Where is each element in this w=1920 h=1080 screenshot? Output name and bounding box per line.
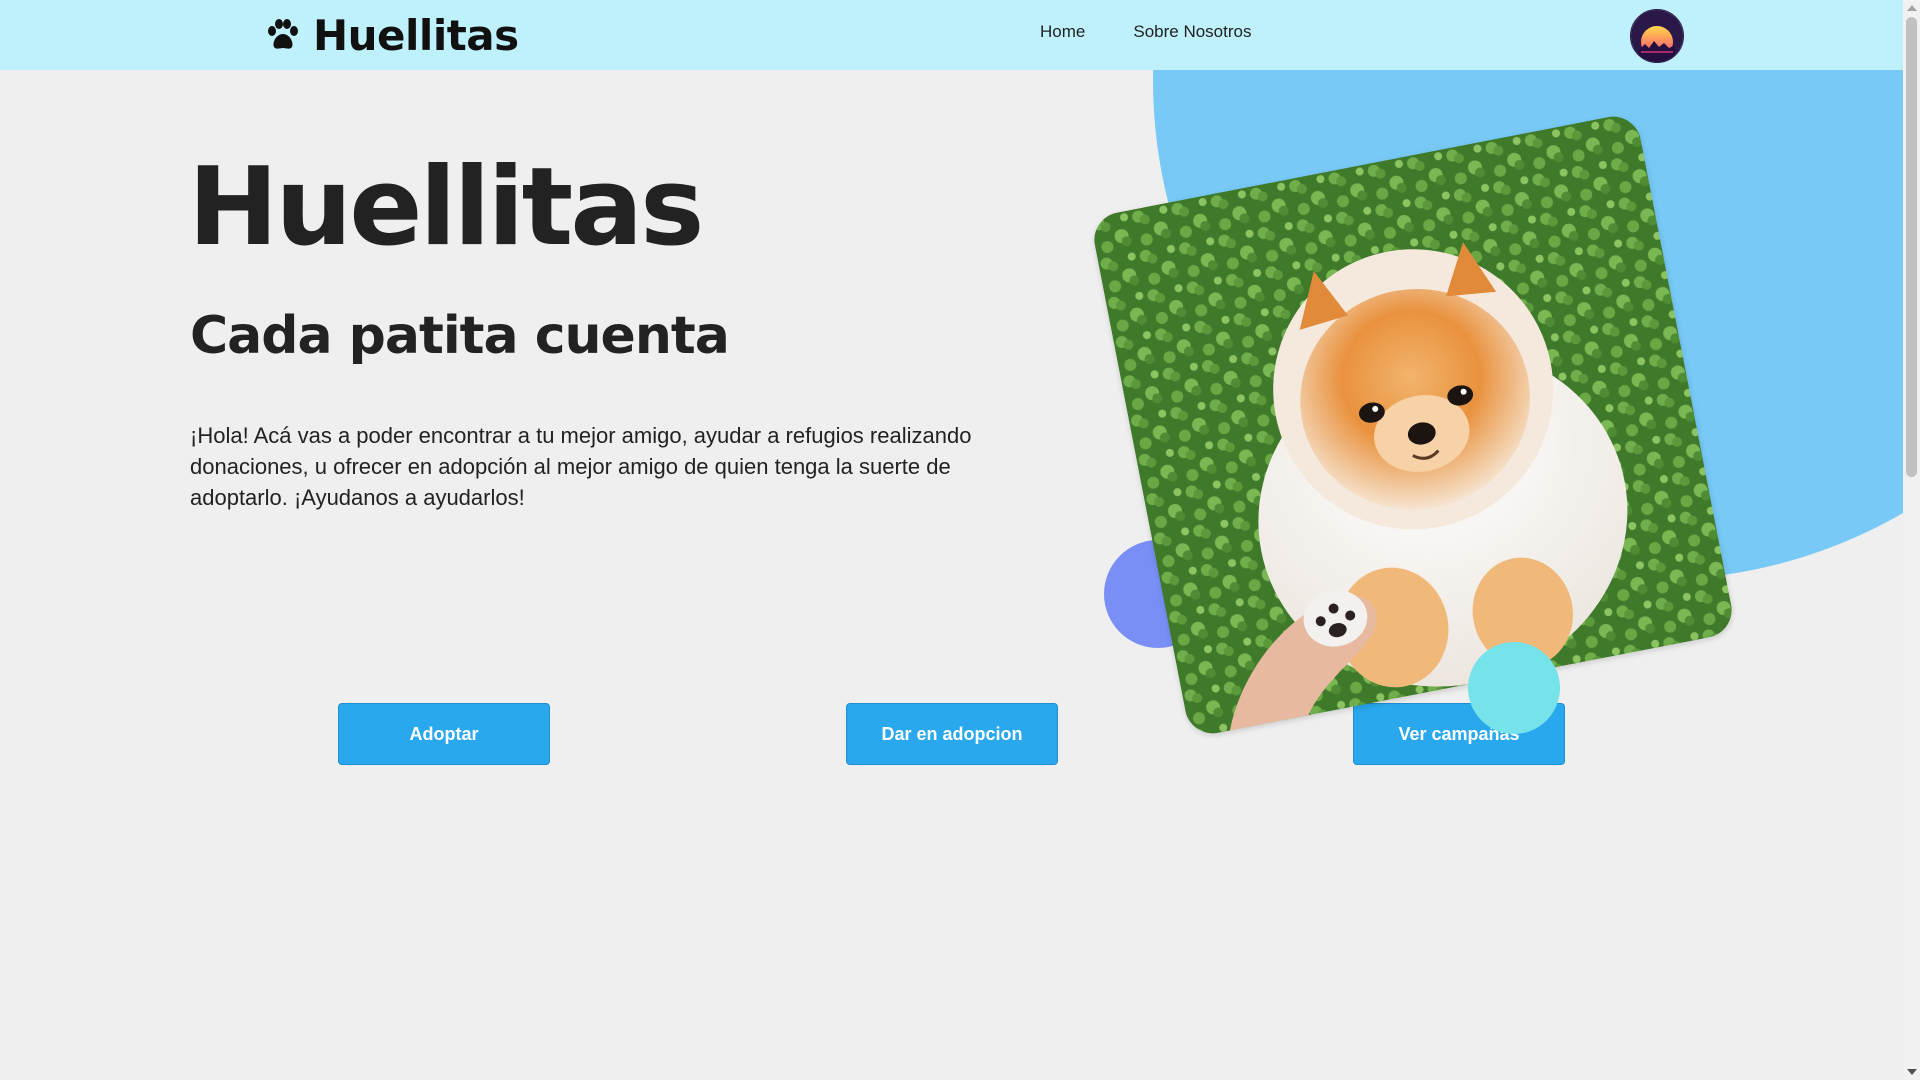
adoptar-button[interactable]: Adoptar <box>338 703 550 765</box>
pomeranian-puppy-image <box>1089 111 1737 739</box>
vertical-scrollbar[interactable] <box>1903 0 1920 1080</box>
nav-link-sobre-nosotros[interactable]: Sobre Nosotros <box>1133 22 1251 42</box>
scroll-up-arrow-icon[interactable] <box>1907 5 1917 11</box>
navbar: Huellitas Home Sobre Nosotros <box>0 0 1903 70</box>
nav-link-home[interactable]: Home <box>1040 22 1085 42</box>
scrollbar-thumb[interactable] <box>1906 17 1917 477</box>
nav-links: Home Sobre Nosotros <box>1040 22 1251 42</box>
hero-description: ¡Hola! Acá vas a poder encontrar a tu me… <box>190 423 972 510</box>
hero-subtitle: Cada patita cuenta <box>190 306 730 366</box>
dar-en-adopcion-button[interactable]: Dar en adopcion <box>846 703 1058 765</box>
hero-title: Huellitas <box>188 145 704 270</box>
avatar[interactable] <box>1630 9 1684 63</box>
sunset-avatar-icon <box>1631 10 1683 62</box>
scroll-down-arrow-icon[interactable] <box>1907 1069 1917 1075</box>
brand-logo[interactable]: Huellitas <box>265 10 519 60</box>
paw-icon <box>268 19 298 49</box>
hero-image <box>1089 111 1737 739</box>
page: Huellitas Home Sobre Nosotros Huellitas … <box>0 0 1920 1080</box>
brand-name: Huellitas <box>313 10 519 60</box>
decorative-circle-teal <box>1468 642 1560 734</box>
